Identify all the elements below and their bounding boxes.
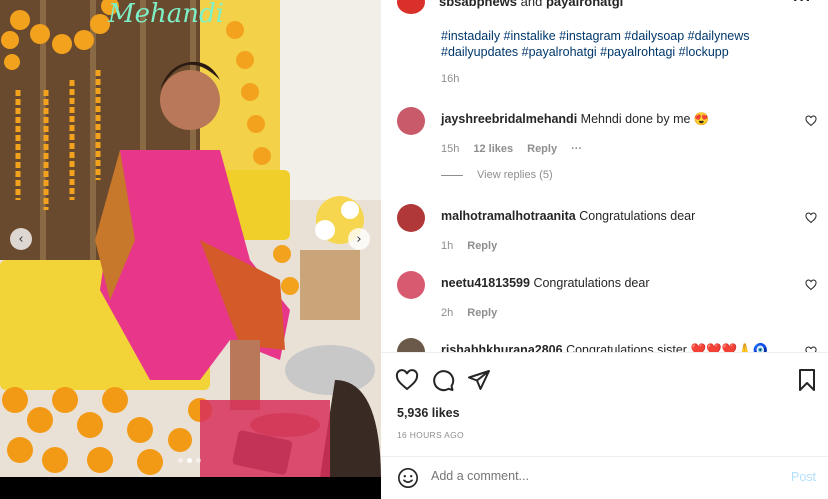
comment-time: 2h bbox=[441, 307, 454, 319]
comment-time: 15h bbox=[441, 143, 460, 155]
likes-count[interactable]: 5,936 likes bbox=[397, 406, 460, 420]
view-replies-button[interactable]: View replies (5) bbox=[441, 169, 553, 181]
reply-button[interactable]: Reply bbox=[467, 240, 497, 252]
commenter-avatar[interactable] bbox=[397, 338, 425, 352]
previous-photo-button[interactable]: ‹ bbox=[10, 228, 32, 250]
post-actions: 5,936 likes 16 HOURS AGO bbox=[381, 352, 828, 452]
post-comment-button[interactable]: Post bbox=[791, 470, 816, 484]
comment-username[interactable]: malhotramalhotraanita bbox=[441, 209, 576, 223]
and-text: and bbox=[517, 0, 546, 9]
comment-username[interactable]: jayshreebridalmehandi bbox=[441, 112, 577, 126]
comment-item: malhotramalhotraanita Congratulations de… bbox=[397, 204, 817, 254]
add-comment-bar: Post bbox=[381, 456, 828, 499]
post-header: sbsabpnews and payalrohatgi ··· bbox=[381, 0, 828, 14]
carousel-indicator bbox=[178, 458, 201, 463]
caption-hashtags[interactable]: #instadaily #instalike #instagram #daily… bbox=[441, 28, 771, 60]
carousel-dot bbox=[196, 458, 201, 463]
comment-username[interactable]: rishabhkhurana2806 bbox=[441, 343, 563, 352]
comment-body: Congratulations sister ❤️❤️❤️🙏🧿 bbox=[566, 343, 769, 352]
author-avatar[interactable] bbox=[397, 0, 425, 14]
comment-meta: 2h Reply bbox=[441, 307, 497, 319]
commenter-avatar[interactable] bbox=[397, 204, 425, 232]
posted-time: 16 HOURS AGO bbox=[397, 430, 464, 440]
comment-username[interactable]: neetu41813599 bbox=[441, 276, 530, 290]
comment-text: rishabhkhurana2806 Congratulations siste… bbox=[441, 343, 768, 352]
comments-list[interactable]: #instadaily #instalike #instagram #daily… bbox=[381, 14, 828, 352]
photo-bottom-band bbox=[0, 477, 381, 499]
heart-icon[interactable] bbox=[805, 279, 817, 291]
author-username[interactable]: sbsabpnews bbox=[439, 0, 517, 9]
commenter-avatar[interactable] bbox=[397, 271, 425, 299]
next-photo-button[interactable]: › bbox=[348, 228, 370, 250]
comment-text: jayshreebridalmehandi Mehndi done by me … bbox=[441, 112, 709, 127]
heart-icon[interactable] bbox=[805, 115, 817, 127]
reply-button[interactable]: Reply bbox=[527, 143, 557, 155]
comment-icon[interactable] bbox=[431, 368, 455, 392]
comment-item: jayshreebridalmehandi Mehndi done by me … bbox=[397, 107, 817, 157]
coauthor-username[interactable]: payalrohatgi bbox=[546, 0, 623, 9]
mehendi-photo-illustration: Mehandi bbox=[0, 0, 381, 477]
comment-item: rishabhkhurana2806 Congratulations siste… bbox=[397, 338, 817, 352]
post-authors: sbsabpnews and payalrohatgi bbox=[439, 0, 623, 9]
reply-button[interactable]: Reply bbox=[467, 307, 497, 319]
like-heart-icon[interactable] bbox=[395, 368, 419, 392]
comment-body: Congratulations dear bbox=[579, 209, 696, 223]
comment-text: neetu41813599 Congratulations dear bbox=[441, 276, 649, 290]
comment-text: malhotramalhotraanita Congratulations de… bbox=[441, 209, 695, 223]
carousel-dot bbox=[178, 458, 183, 463]
caption: #instadaily #instalike #instagram #daily… bbox=[441, 28, 771, 87]
chevron-left-icon: ‹ bbox=[18, 231, 24, 247]
comment-body: Mehndi done by me 😍 bbox=[580, 112, 710, 126]
caption-time: 16h bbox=[441, 73, 460, 85]
chevron-right-icon: › bbox=[356, 231, 362, 247]
comment-more-button[interactable]: ··· bbox=[571, 143, 582, 155]
share-icon[interactable] bbox=[467, 368, 491, 392]
comment-likes[interactable]: 12 likes bbox=[473, 143, 513, 155]
commenter-avatar[interactable] bbox=[397, 107, 425, 135]
more-horizontal-icon: ··· bbox=[793, 0, 812, 9]
comment-input[interactable] bbox=[431, 469, 731, 483]
heart-icon[interactable] bbox=[805, 212, 817, 224]
neon-sign-text: Mehandi bbox=[107, 0, 224, 29]
emoji-icon[interactable] bbox=[397, 467, 419, 489]
comment-body: Congratulations dear bbox=[533, 276, 650, 290]
instagram-post-view: Mehandi ‹ › sbsabpnews and payalrohatgi … bbox=[0, 0, 828, 499]
divider-line bbox=[441, 174, 463, 176]
carousel-dot-active bbox=[187, 458, 192, 463]
post-side-panel: sbsabpnews and payalrohatgi ··· #instada… bbox=[381, 0, 828, 499]
bookmark-icon[interactable] bbox=[795, 368, 819, 392]
more-options-button[interactable]: ··· bbox=[793, 0, 812, 10]
comment-meta: 1h Reply bbox=[441, 240, 497, 252]
comment-time: 1h bbox=[441, 240, 454, 252]
post-photo[interactable]: Mehandi ‹ › bbox=[0, 0, 381, 477]
comment-item: neetu41813599 Congratulations dear 2h Re… bbox=[397, 271, 817, 321]
view-replies-label: View replies (5) bbox=[477, 169, 553, 181]
comment-meta: 15h 12 likes Reply ··· bbox=[441, 143, 582, 155]
